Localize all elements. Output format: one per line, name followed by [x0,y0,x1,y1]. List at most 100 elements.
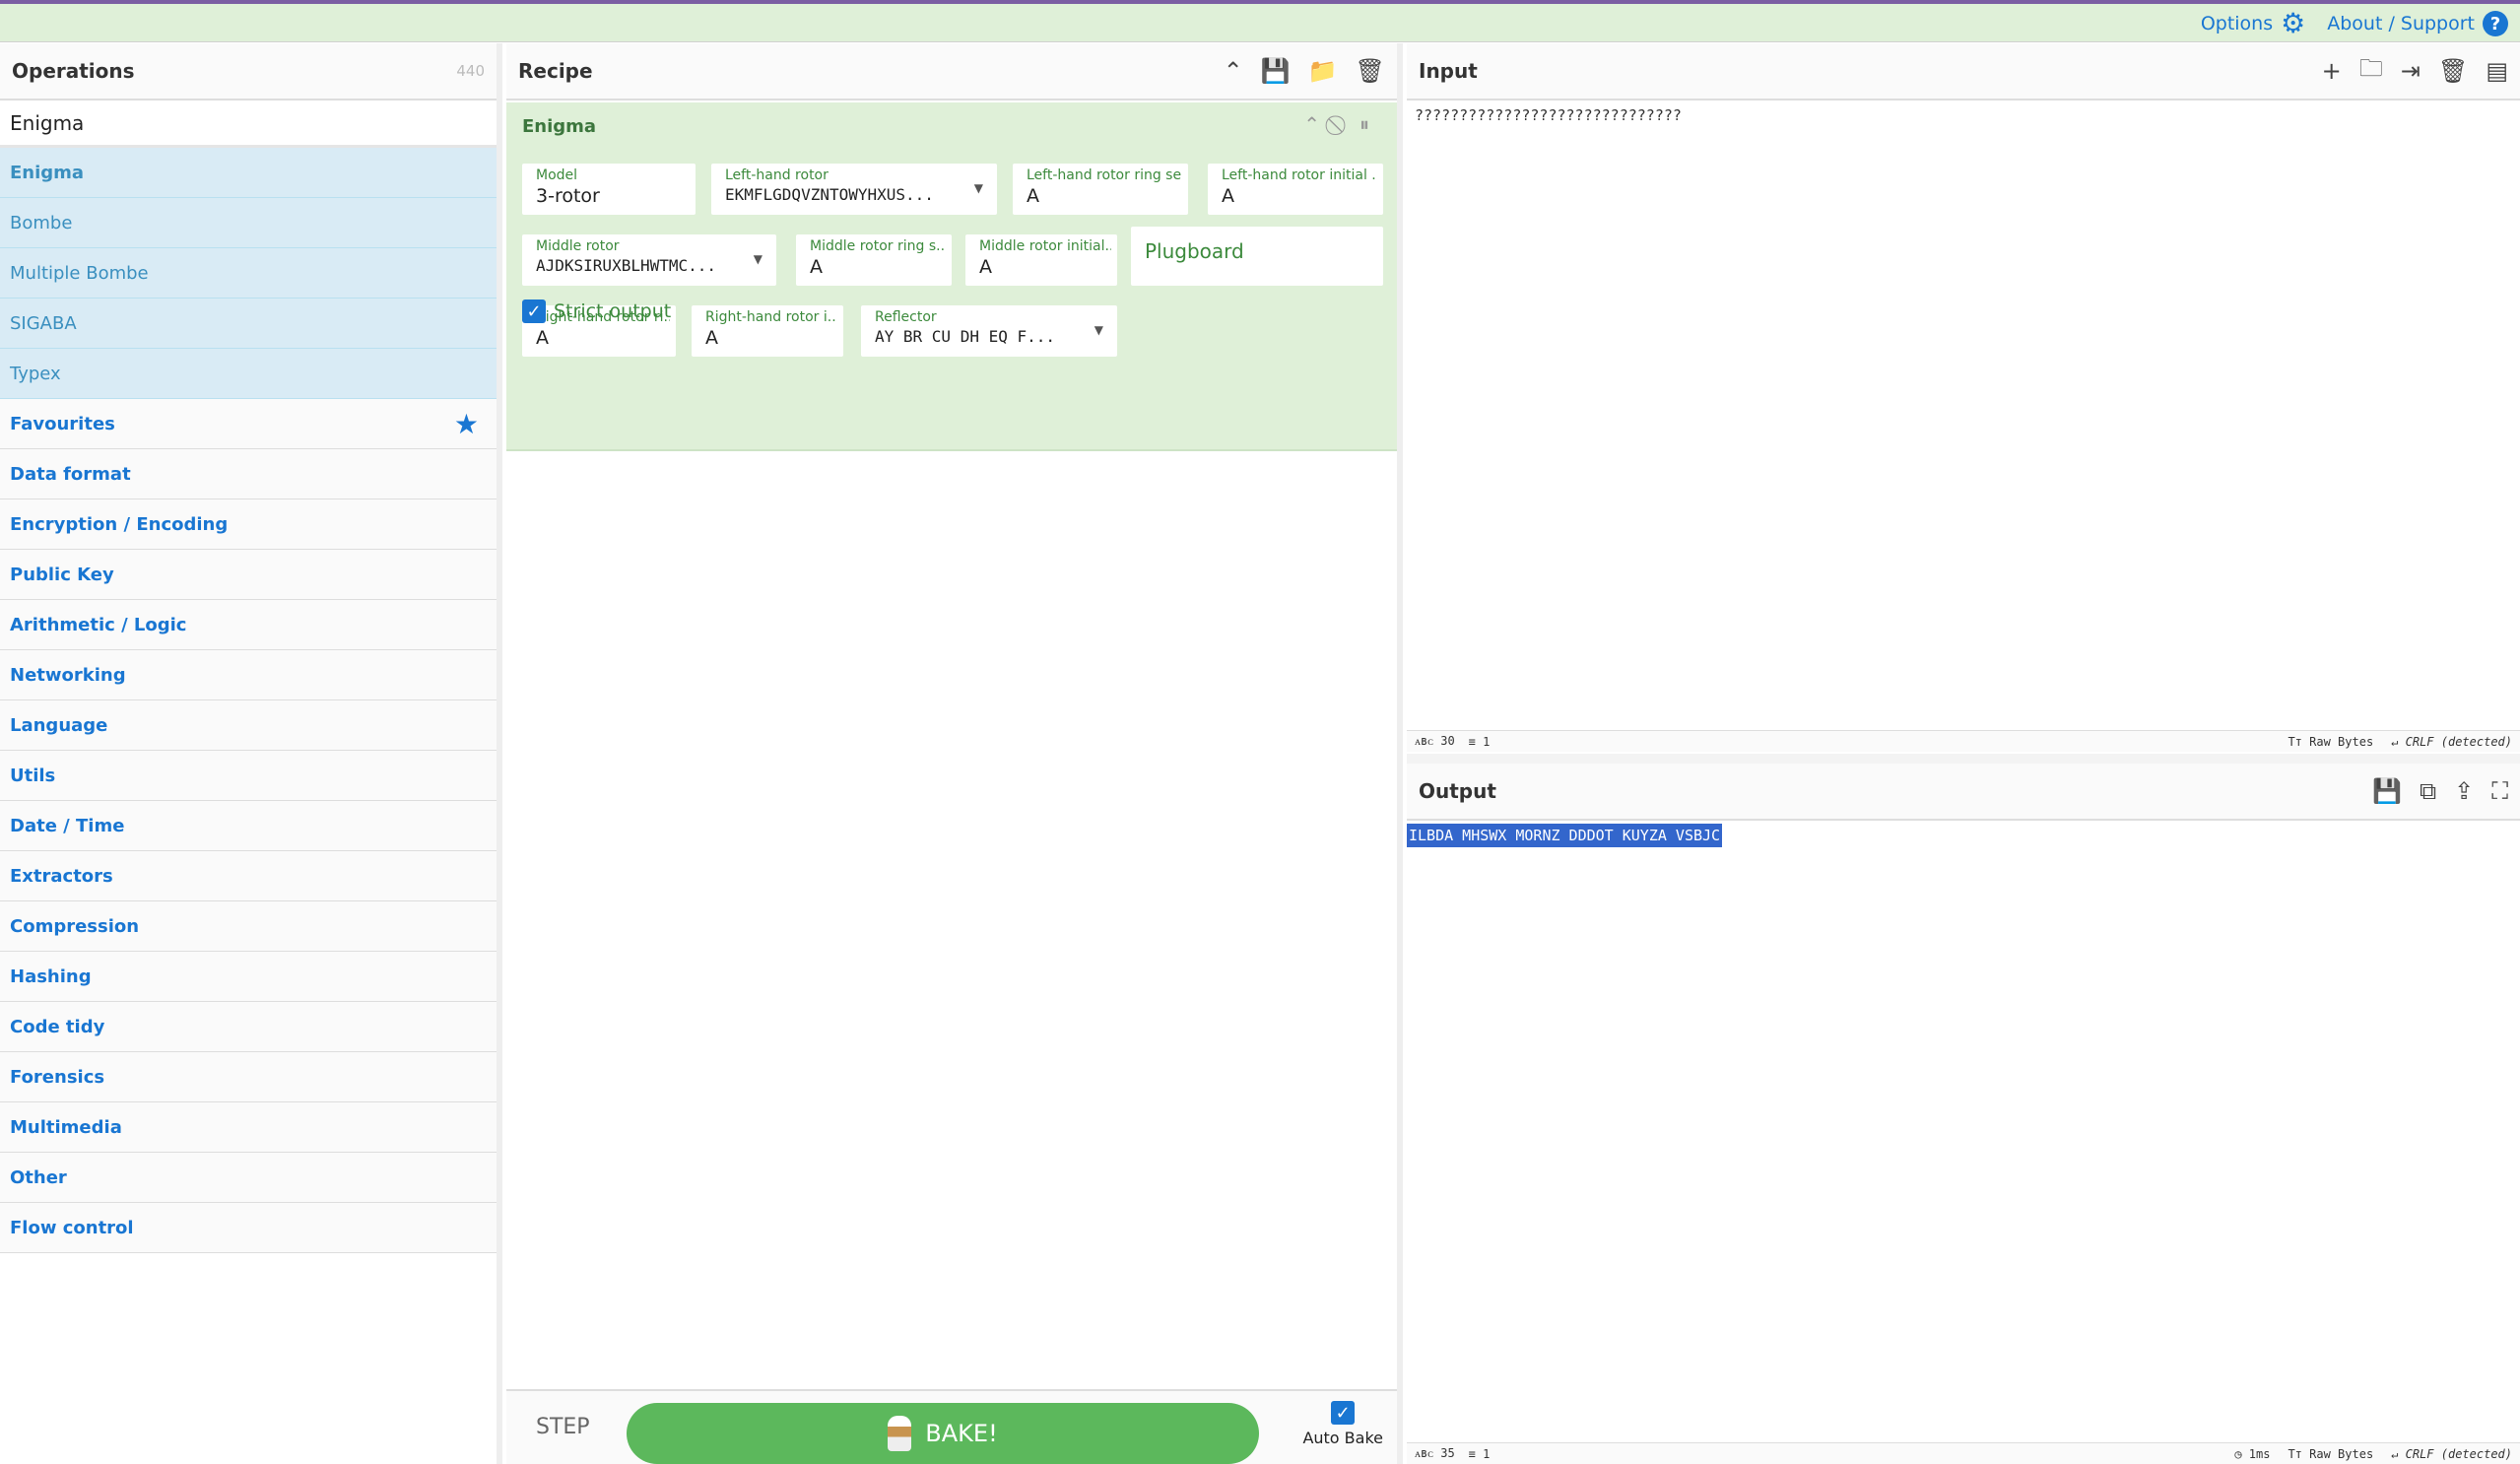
enigma-field[interactable]: Middle rotor AJDKSIRUXBLHWTMC... ▼ [522,234,776,286]
strict-output-label: Strict output [554,300,672,322]
save-output-icon[interactable]: 💾 [2372,777,2402,805]
category-item[interactable]: Extractors [0,851,497,901]
star-icon: ★ [453,407,479,440]
eol-button[interactable]: ↵ CRLF (detected) [2391,735,2512,749]
category-label: Data format [10,463,131,485]
category-label: Date / Time [10,815,125,836]
char-count: ᴀʙᴄ 35 [1415,1446,1455,1460]
strict-output-checkbox[interactable]: ✓ Strict output [522,299,671,323]
operation-result-item[interactable]: Typex [0,349,497,399]
enigma-field[interactable]: Left-hand rotor ring se... A [1013,164,1188,215]
collapse-all-icon[interactable]: ⌃ [1224,57,1243,85]
field-label: Reflector [875,309,937,325]
enigma-field[interactable]: Middle rotor initial... A [965,234,1117,286]
enigma-field[interactable]: Reflector AY BR CU DH EQ F... ▼ [861,305,1117,357]
enigma-field[interactable]: Right-hand rotor i... A [692,305,843,357]
field-value: A [1222,185,1234,207]
load-recipe-icon[interactable]: 📁 [1308,57,1338,85]
category-label: Forensics [10,1066,105,1088]
input-status-bar: ᴀʙᴄ 30 ≡ 1 Tт Raw Bytes ↵ CRLF (detected) [1407,730,2520,752]
enigma-operation: Enigma ⌃⃠⏸ Model3-rotorLeft-hand rotorEK… [506,102,1397,451]
open-file-icon[interactable]: ⇥ [2401,57,2421,85]
category-item[interactable]: Other [0,1153,497,1203]
step-button[interactable]: STEP [536,1415,590,1439]
recipe-title: Recipe [518,59,593,83]
category-label: Hashing [10,965,92,987]
category-item[interactable]: Forensics [0,1052,497,1102]
clear-recipe-icon[interactable]: 🗑 [1356,57,1385,85]
category-item[interactable]: Multimedia [0,1102,497,1153]
category-label: Language [10,714,108,736]
recipe-header: Recipe ⌃ 💾 📁 🗑 [506,43,1397,100]
category-item[interactable]: Favourites ★ [0,399,497,449]
options-link[interactable]: Options ⚙ [2201,10,2305,37]
output-status-bar: ᴀʙᴄ 35 ≡ 1 ◷ 1ms Tт Raw Bytes ↵ CRLF (dete… [1407,1442,2520,1464]
field-value: A [979,256,992,278]
category-item[interactable]: Flow control [0,1203,497,1253]
checkbox-checked-icon: ✓ [1331,1401,1356,1425]
save-recipe-icon[interactable]: 💾 [1261,57,1291,85]
field-label: Right-hand rotor i... [705,309,837,325]
category-label: Code tidy [10,1016,105,1037]
char-count: ᴀʙᴄ 30 [1415,734,1455,748]
enigma-field[interactable]: Model 3-rotor [522,164,696,215]
category-item[interactable]: Language [0,700,497,751]
bake-bar: STEP BAKE! ✓ Auto Bake [506,1389,1397,1464]
field-value: A [705,327,718,349]
operation-result-item[interactable]: SIGABA [0,299,497,349]
field-label: Middle rotor initial... [979,238,1111,254]
field-value: AY BR CU DH EQ F... [875,327,1056,346]
add-tab-icon[interactable]: + [2322,57,2342,85]
pause-icon[interactable]: ⏸ [1359,112,1369,136]
layout-icon[interactable]: ▤ [2486,57,2508,85]
category-item[interactable]: Encryption / Encoding [0,499,497,550]
encoding-button[interactable]: Tт Raw Bytes [2288,1447,2373,1461]
category-label: Multimedia [10,1116,122,1138]
output-title: Output [1419,779,1496,803]
clear-input-icon[interactable]: 🗑 [2438,57,2468,85]
input-textarea[interactable]: ?????????????????????????????? [1407,100,2520,130]
field-value: AJDKSIRUXBLHWTMC... [536,256,717,275]
about-support-link[interactable]: About / Support? [2327,11,2508,36]
collapse-icon[interactable]: ⌃ [1303,112,1320,136]
field-label: Middle rotor ring s... [810,238,946,254]
eol-button[interactable]: ↵ CRLF (detected) [2391,1447,2512,1461]
category-item[interactable]: Arithmetic / Logic [0,600,497,650]
category-item[interactable]: Date / Time [0,801,497,851]
operations-list: Enigma Bombe Multiple Bombe SIGABA Typex Favo… [0,148,497,1253]
bake-label: BAKE! [925,1420,998,1447]
operations-panel: Operations 440 Enigma Enigma Bombe Multiple… [0,43,502,1464]
copy-output-icon[interactable]: ⧉ [2420,777,2436,805]
replace-input-icon[interactable]: ⇪ [2454,777,2474,805]
bake-time: ◷ 1ms [2234,1446,2271,1461]
operations-search-input[interactable]: Enigma [0,100,497,148]
category-label: Networking [10,664,126,686]
category-label: Extractors [10,865,113,887]
category-item[interactable]: Code tidy [0,1002,497,1052]
auto-bake-label: Auto Bake [1302,1429,1383,1447]
plugboard-input[interactable]: Plugboard [1131,227,1383,278]
category-item[interactable]: Compression [0,901,497,952]
resize-handle[interactable] [1407,754,2520,764]
category-item[interactable]: Data format [0,449,497,499]
enigma-field[interactable]: Left-hand rotor initial ... A [1208,164,1383,215]
line-count: ≡ 1 [1468,734,1491,749]
category-label: Encryption / Encoding [10,513,229,535]
maximize-icon[interactable]: ⛶ [2491,777,2508,805]
operation-result-item[interactable]: Bombe [0,198,497,248]
enigma-field[interactable]: Left-hand rotor EKMFLGDQVZNTOWYHXUS... ▼ [711,164,997,215]
bake-button[interactable]: BAKE! [627,1403,1259,1464]
open-folder-icon[interactable]: 🗀 [2359,51,2383,92]
operation-result-item[interactable]: Enigma [0,148,497,198]
field-value: EKMFLGDQVZNTOWYHXUS... [725,185,934,204]
encoding-button[interactable]: Tт Raw Bytes [2288,735,2373,749]
category-item[interactable]: Hashing [0,952,497,1002]
auto-bake-checkbox[interactable]: ✓ Auto Bake [1302,1401,1383,1447]
operation-result-item[interactable]: Multiple Bombe [0,248,497,299]
operations-count: 440 [456,62,485,80]
category-item[interactable]: Utils [0,751,497,801]
category-item[interactable]: Networking [0,650,497,700]
category-item[interactable]: Public Key [0,550,497,600]
output-text[interactable]: ILBDA MHSWX MORNZ DDDOT KUYZA VSBJC [1407,824,1723,847]
enigma-field[interactable]: Middle rotor ring s... A [796,234,952,286]
